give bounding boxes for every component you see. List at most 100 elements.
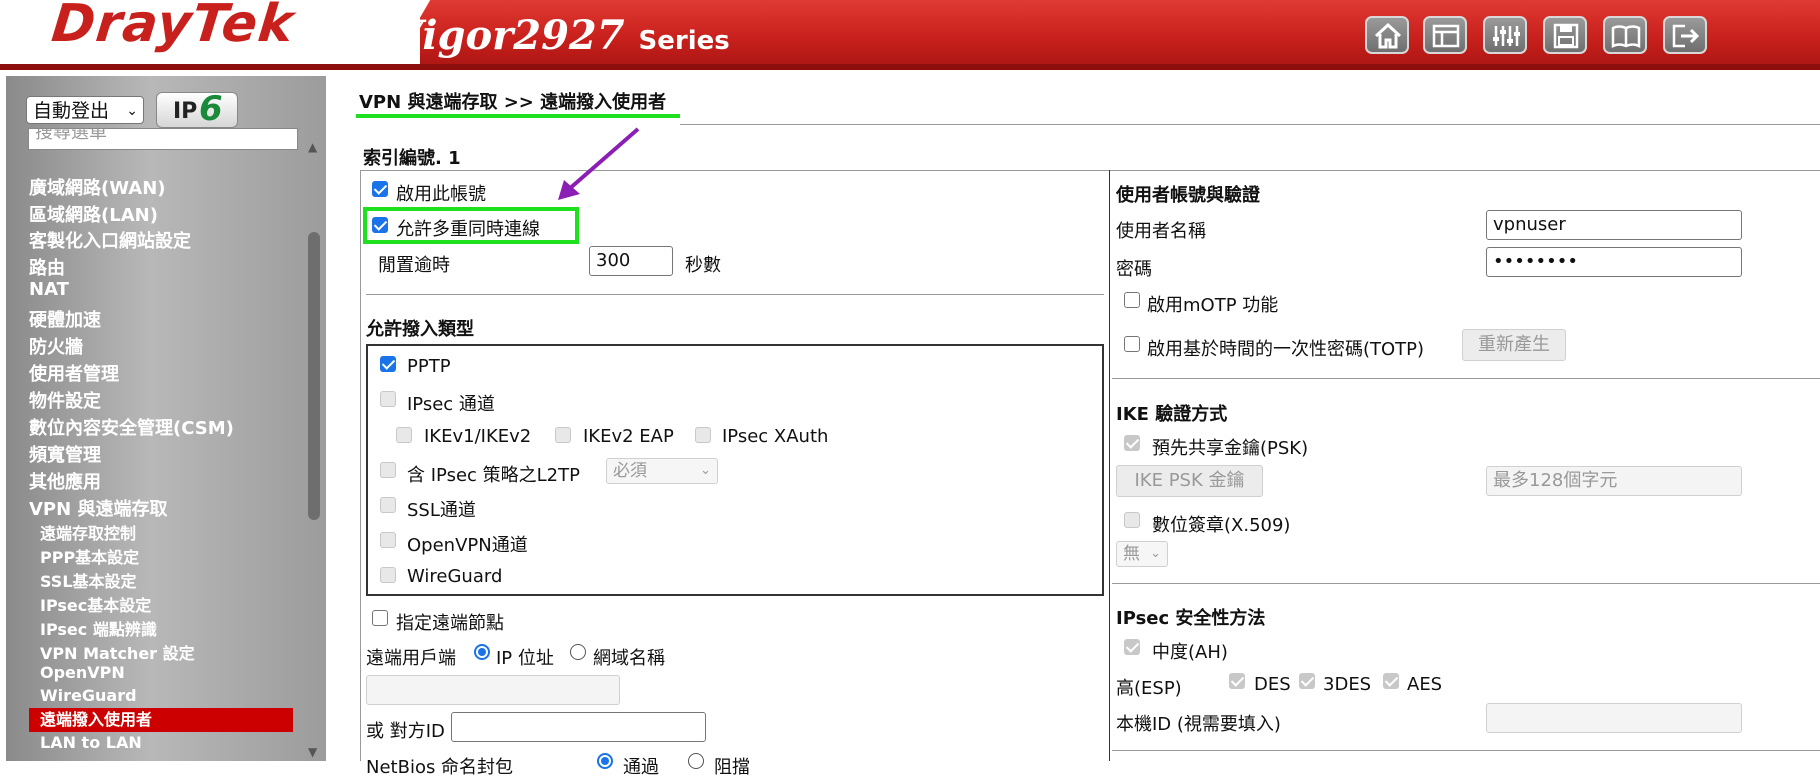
frame-left-border bbox=[360, 170, 361, 761]
des-checkbox[interactable] bbox=[1229, 673, 1245, 689]
ipsec-tunnel-checkbox[interactable] bbox=[380, 391, 396, 407]
quick-setup-icon[interactable] bbox=[1423, 16, 1467, 54]
idle-timeout-unit: 秒數 bbox=[685, 255, 721, 276]
l2tp-policy-select[interactable]: 必須 ⌄ bbox=[606, 458, 718, 484]
menu-item-csm[interactable]: 數位內容安全管理(CSM) bbox=[29, 414, 234, 440]
psk-input[interactable]: 最多128個字元 bbox=[1486, 466, 1742, 496]
ike-auth-title: IKE 驗證方式 bbox=[1116, 404, 1228, 425]
annotation-arrow-icon bbox=[558, 127, 640, 200]
aes-checkbox[interactable] bbox=[1383, 673, 1399, 689]
breadcrumb: VPN 與遠端存取 >> 遠端撥入使用者 bbox=[359, 92, 667, 113]
submenu-lan-to-lan[interactable]: LAN to LAN bbox=[40, 733, 142, 752]
submenu-ssl-general[interactable]: SSL基本設定 bbox=[40, 568, 137, 592]
ipv6-button[interactable]: IP 6 bbox=[156, 89, 238, 129]
psk-checkbox[interactable] bbox=[1124, 435, 1140, 451]
menu-item-firewall[interactable]: 防火牆 bbox=[29, 333, 83, 359]
menu-search-input[interactable]: 搜尋選單 bbox=[28, 128, 298, 150]
model-number: Vigor2927 bbox=[392, 12, 625, 59]
auto-logout-value: 自動登出 bbox=[33, 100, 110, 122]
netbios-pass-radio[interactable] bbox=[597, 753, 613, 769]
scroll-down-arrow[interactable]: ▼ bbox=[308, 745, 317, 759]
allow-multi-connection-label: 允許多重同時連線 bbox=[396, 219, 540, 240]
index-title: 索引編號. 1 bbox=[363, 148, 461, 169]
menu-item-user-mgmt[interactable]: 使用者管理 bbox=[29, 360, 119, 386]
menu-item-applications[interactable]: 其他應用 bbox=[29, 468, 101, 494]
pptp-checkbox[interactable] bbox=[380, 356, 396, 372]
ikev1-ikev2-checkbox[interactable] bbox=[396, 427, 412, 443]
menu-item-wan[interactable]: 廣域網路(WAN) bbox=[29, 174, 166, 200]
submenu-wireguard[interactable]: WireGuard bbox=[40, 686, 137, 705]
dialin-type-title: 允許撥入類型 bbox=[366, 319, 474, 340]
menu-item-routing[interactable]: 路由 bbox=[29, 254, 65, 280]
chevron-down-icon: ⌄ bbox=[126, 103, 138, 119]
des-label: DES bbox=[1254, 674, 1291, 695]
chevron-down-icon: ⌄ bbox=[1150, 546, 1161, 561]
menu-item-hw-accel[interactable]: 硬體加速 bbox=[29, 306, 101, 332]
3des-checkbox[interactable] bbox=[1299, 673, 1315, 689]
allow-multi-connection-checkbox[interactable] bbox=[372, 217, 388, 233]
totp-label: 啟用基於時間的一次性密碼(TOTP) bbox=[1147, 339, 1425, 360]
local-id-input[interactable] bbox=[1486, 703, 1742, 733]
ikev2-eap-checkbox[interactable] bbox=[555, 427, 571, 443]
submenu-vpn-matcher[interactable]: VPN Matcher 設定 bbox=[40, 640, 195, 664]
3des-label: 3DES bbox=[1323, 674, 1372, 695]
home-icon[interactable] bbox=[1365, 16, 1409, 54]
specify-remote-node-checkbox[interactable] bbox=[372, 610, 388, 626]
ikev2-eap-label: IKEv2 EAP bbox=[583, 426, 674, 447]
motp-checkbox[interactable] bbox=[1124, 292, 1140, 308]
column-divider bbox=[1109, 170, 1110, 761]
regenerate-button[interactable]: 重新產生 bbox=[1462, 329, 1566, 361]
ah-checkbox[interactable] bbox=[1124, 639, 1140, 655]
password-input[interactable]: •••••••• bbox=[1486, 247, 1742, 277]
wireguard-label: WireGuard bbox=[407, 566, 503, 587]
remote-domain-radio[interactable] bbox=[570, 644, 586, 660]
openvpn-tunnel-checkbox[interactable] bbox=[380, 532, 396, 548]
submenu-openvpn[interactable]: OpenVPN bbox=[40, 663, 125, 682]
logout-icon[interactable] bbox=[1663, 16, 1707, 54]
ah-label: 中度(AH) bbox=[1152, 642, 1228, 663]
divider bbox=[1112, 750, 1820, 751]
netbios-block-radio[interactable] bbox=[688, 753, 704, 769]
ssl-tunnel-checkbox[interactable] bbox=[380, 497, 396, 513]
ipsec-tunnel-label: IPsec 通道 bbox=[407, 394, 495, 415]
idle-timeout-input[interactable]: 300 bbox=[589, 246, 673, 276]
enable-account-label: 啟用此帳號 bbox=[396, 184, 486, 205]
ipsec-xauth-checkbox[interactable] bbox=[695, 427, 711, 443]
x509-checkbox[interactable] bbox=[1124, 512, 1140, 528]
menu-item-lan[interactable]: 區域網路(LAN) bbox=[29, 201, 158, 227]
menu-item-nat[interactable]: NAT bbox=[29, 279, 69, 300]
submenu-remote-access-control[interactable]: 遠端存取控制 bbox=[40, 520, 136, 544]
remote-ip-input[interactable] bbox=[366, 675, 620, 705]
submenu-remote-dialin-user[interactable]: 遠端撥入使用者 bbox=[29, 708, 293, 732]
scroll-up-arrow[interactable]: ▲ bbox=[308, 140, 317, 154]
remote-ip-radio[interactable] bbox=[474, 644, 490, 660]
manual-icon[interactable] bbox=[1603, 16, 1647, 54]
auto-logout-select[interactable]: 自動登出 ⌄ bbox=[26, 96, 144, 124]
l2tp-ipsec-checkbox[interactable] bbox=[380, 462, 396, 478]
menu-item-portal[interactable]: 客製化入口網站設定 bbox=[29, 227, 191, 253]
peer-id-input[interactable] bbox=[451, 712, 706, 742]
remote-client-label: 遠端用戶端 bbox=[366, 648, 456, 669]
aes-label: AES bbox=[1407, 674, 1443, 695]
wireguard-checkbox[interactable] bbox=[380, 567, 396, 583]
auth-section-title: 使用者帳號與驗證 bbox=[1116, 185, 1260, 206]
submenu-ipsec-peer-id[interactable]: IPsec 端點辨識 bbox=[40, 616, 157, 640]
totp-checkbox[interactable] bbox=[1124, 336, 1140, 352]
local-id-label: 本機ID (視需要填入) bbox=[1116, 714, 1281, 735]
sidebar-scrollbar-thumb[interactable] bbox=[308, 232, 320, 520]
save-config-icon[interactable] bbox=[1543, 16, 1587, 54]
dashboard-sliders-icon[interactable] bbox=[1483, 16, 1527, 54]
menu-item-objects[interactable]: 物件設定 bbox=[29, 387, 101, 413]
netbios-block-label: 阻擋 bbox=[714, 757, 750, 778]
menu-item-vpn[interactable]: VPN 與遠端存取 bbox=[29, 495, 167, 521]
submenu-ipsec-general[interactable]: IPsec基本設定 bbox=[40, 592, 151, 616]
username-input[interactable]: vpnuser bbox=[1486, 210, 1742, 240]
l2tp-policy-value: 必須 bbox=[613, 461, 647, 481]
enable-account-checkbox[interactable] bbox=[372, 181, 388, 197]
ike-psk-key-button[interactable]: IKE PSK 金鑰 bbox=[1116, 465, 1263, 497]
submenu-ppp-general[interactable]: PPP基本設定 bbox=[40, 544, 139, 568]
netbios-label: NetBios 命名封包 bbox=[366, 757, 514, 778]
menu-item-bandwidth[interactable]: 頻寬管理 bbox=[29, 441, 101, 467]
divider bbox=[366, 294, 1104, 295]
x509-select[interactable]: 無 ⌄ bbox=[1116, 541, 1168, 567]
